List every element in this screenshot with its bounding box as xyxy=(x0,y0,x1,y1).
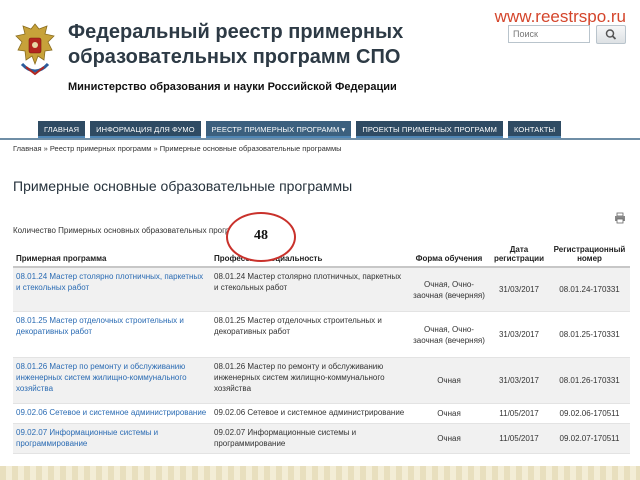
page: www.reestrspo.ru Федеральный реестр прим… xyxy=(0,0,640,480)
program-link[interactable]: 08.01.26 Мастер по ремонту и обслуживани… xyxy=(16,362,187,393)
profession-cell: 08.01.25 Мастер отделочных строительных … xyxy=(211,311,409,358)
col-header-date[interactable]: Дата регистрации xyxy=(489,240,549,268)
coat-of-arms-icon xyxy=(15,23,55,76)
table-row: 09.02.07 Информационные системы и програ… xyxy=(13,423,630,454)
program-count-value: 48 xyxy=(254,228,268,243)
profession-cell: 09.02.07 Информационные системы и програ… xyxy=(211,423,409,454)
profession-cell: 08.01.24 Мастер столярно плотничных, пар… xyxy=(211,267,409,312)
program-link[interactable]: 09.02.07 Информационные системы и програ… xyxy=(16,428,158,448)
search-input[interactable] xyxy=(508,25,590,43)
date-cell: 11/05/2017 xyxy=(489,403,549,424)
program-cell: 08.01.25 Мастер отделочных строительных … xyxy=(13,311,211,358)
table-row: 08.01.26 Мастер по ремонту и обслуживани… xyxy=(13,357,630,404)
nav-registry-dropdown[interactable]: РЕЕСТР ПРИМЕРНЫХ ПРОГРАММ ▾ xyxy=(205,121,352,138)
table-row: 08.01.25 Мастер отделочных строительных … xyxy=(13,311,630,358)
date-cell: 31/03/2017 xyxy=(489,357,549,404)
print-icon[interactable] xyxy=(614,212,626,224)
site-url-link[interactable]: www.reestrspo.ru xyxy=(495,7,626,27)
site-title-line2: образовательных программ СПО xyxy=(68,46,401,68)
date-cell: 11/05/2017 xyxy=(489,423,549,454)
programs-table: Примерная программа Профессия/специально… xyxy=(13,240,630,454)
form-cell: Очная xyxy=(409,423,489,454)
search-button[interactable] xyxy=(596,25,626,44)
count-highlight-circle: 48 xyxy=(226,212,296,262)
nav-fumo-info[interactable]: ИНФОРМАЦИЯ ДЛЯ ФУМО xyxy=(90,121,201,138)
program-count-label: Количество Примерных основных образовате… xyxy=(13,226,240,235)
search-box xyxy=(508,25,626,45)
search-icon xyxy=(605,29,617,40)
reg-number-cell: 08.01.24-170331 xyxy=(549,267,630,312)
program-link[interactable]: 08.01.24 Мастер столярно плотничных, пар… xyxy=(16,272,203,292)
col-header-form[interactable]: Форма обучения xyxy=(409,240,489,268)
ministry-subtitle: Министерство образования и науки Российс… xyxy=(68,81,397,93)
nav-home[interactable]: ГЛАВНАЯ xyxy=(38,121,86,138)
program-cell: 09.02.07 Информационные системы и програ… xyxy=(13,423,211,454)
site-title-line1: Федеральный реестр примерных xyxy=(68,21,404,43)
table-row: 09.02.06 Сетевое и системное администрир… xyxy=(13,403,630,424)
program-cell: 08.01.26 Мастер по ремонту и обслуживани… xyxy=(13,357,211,404)
main-nav: ГЛАВНАЯ ИНФОРМАЦИЯ ДЛЯ ФУМО РЕЕСТР ПРИМЕ… xyxy=(38,121,566,138)
table-row: 08.01.24 Мастер столярно плотничных, пар… xyxy=(13,267,630,312)
reg-number-cell: 09.02.06-170511 xyxy=(549,403,630,424)
decorative-bottom-strip xyxy=(0,466,640,480)
date-cell: 31/03/2017 xyxy=(489,267,549,312)
reg-number-cell: 08.01.26-170331 xyxy=(549,357,630,404)
program-cell: 09.02.06 Сетевое и системное администрир… xyxy=(13,403,211,424)
breadcrumb[interactable]: Главная » Реестр примерных программ » Пр… xyxy=(13,144,342,153)
reg-number-cell: 08.01.25-170331 xyxy=(549,311,630,358)
profession-cell: 08.01.26 Мастер по ремонту и обслуживани… xyxy=(211,357,409,404)
form-cell: Очная xyxy=(409,403,489,424)
program-link[interactable]: 08.01.25 Мастер отделочных строительных … xyxy=(16,316,184,336)
table-header-row: Примерная программа Профессия/специально… xyxy=(13,240,630,268)
program-cell: 08.01.24 Мастер столярно плотничных, пар… xyxy=(13,267,211,312)
form-cell: Очная xyxy=(409,357,489,404)
program-link[interactable]: 09.02.06 Сетевое и системное администрир… xyxy=(16,408,206,417)
reg-number-cell: 09.02.07-170511 xyxy=(549,423,630,454)
nav-projects[interactable]: ПРОЕКТЫ ПРИМЕРНЫХ ПРОГРАММ xyxy=(356,121,504,138)
col-header-program[interactable]: Примерная программа xyxy=(13,240,211,268)
col-header-reg-number[interactable]: Регистрационный номер xyxy=(549,240,630,268)
nav-contacts[interactable]: КОНТАКТЫ xyxy=(508,121,562,138)
form-cell: Очная, Очно-заочная (вечерняя) xyxy=(409,267,489,312)
page-title: Примерные основные образовательные прогр… xyxy=(13,178,353,194)
profession-cell: 09.02.06 Сетевое и системное администрир… xyxy=(211,403,409,424)
site-title: Федеральный реестр примерных образовател… xyxy=(68,20,488,70)
form-cell: Очная, Очно-заочная (вечерняя) xyxy=(409,311,489,358)
date-cell: 31/03/2017 xyxy=(489,311,549,358)
nav-divider xyxy=(0,138,640,140)
